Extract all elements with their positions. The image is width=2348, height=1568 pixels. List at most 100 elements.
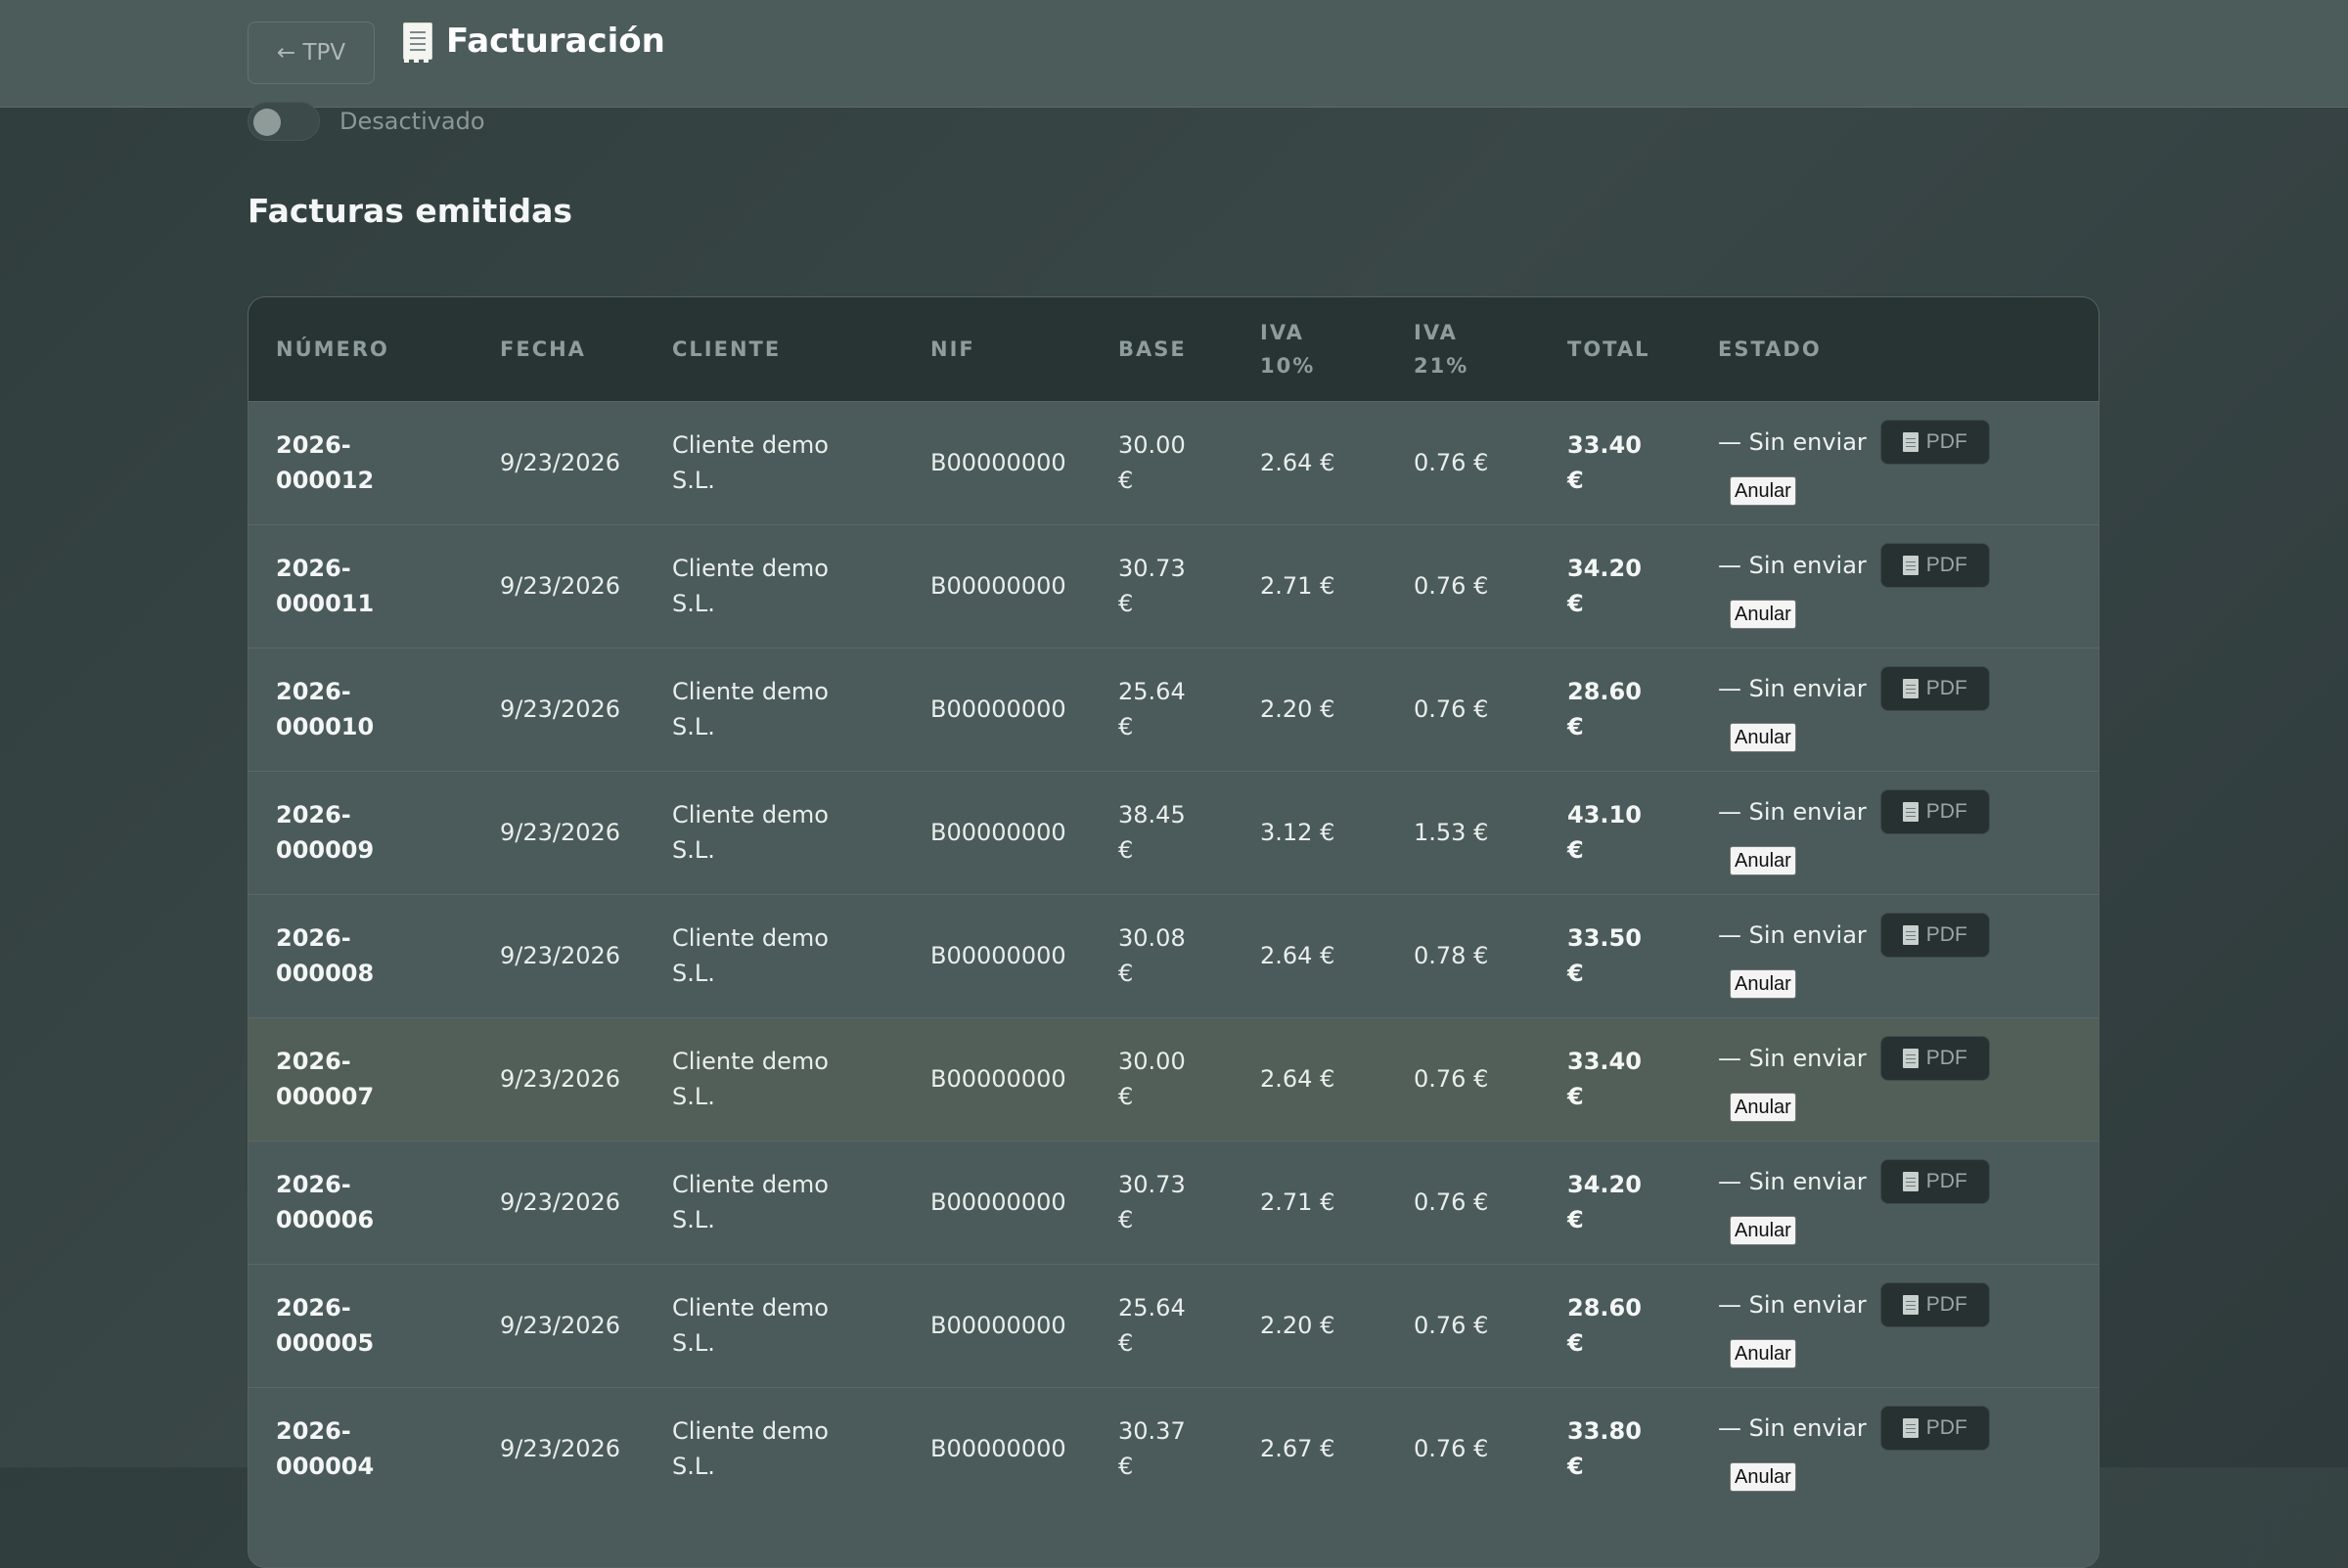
cancel-invoice-button[interactable]: Anular [1730, 600, 1796, 629]
total-cell: 33.40 € [1540, 401, 1691, 524]
iva-10-cell: 2.64 € [1260, 449, 1335, 476]
invoice-number-cell: 2026- 000005 [248, 1264, 473, 1387]
nif-cell: B00000000 [930, 1188, 1066, 1216]
pdf-button[interactable]: PDF [1879, 1036, 1990, 1081]
iva-21-cell: 0.76 € [1414, 1435, 1489, 1463]
pdf-button[interactable]: PDF [1879, 420, 1990, 465]
page-heading: Facturación [403, 20, 665, 63]
status-actions: — Sin enviar PDF Anular [1718, 1159, 2041, 1245]
pdf-button[interactable]: PDF [1879, 913, 1990, 958]
column-header-base: BASE [1091, 297, 1233, 401]
status-cell: — Sin enviar PDF Anular [1691, 1017, 2099, 1141]
cancel-invoice-button[interactable]: Anular [1730, 1093, 1796, 1122]
base-amount-line: € [1118, 590, 1134, 617]
table-row[interactable]: 2026- 000009 9/23/2026 Cliente demo S.L. B000… [248, 771, 2099, 894]
total-amount-line: 33.80 [1567, 1417, 1642, 1446]
nif-cell: B00000000 [930, 819, 1066, 846]
invoice-date-cell: 9/23/2026 [500, 1312, 621, 1339]
table-row[interactable]: 2026- 000007 9/23/2026 Cliente demo S.L. B000… [248, 1017, 2099, 1141]
column-header-fecha: FECHA [473, 297, 645, 401]
cancel-invoice-button[interactable]: Anular [1730, 969, 1796, 999]
status-actions: — Sin enviar PDF Anular [1718, 1036, 2041, 1122]
table-row[interactable]: 2026- 000006 9/23/2026 Cliente demo S.L. B000… [248, 1141, 2099, 1264]
status-cell: — Sin enviar PDF Anular [1691, 524, 2099, 648]
invoice-number-cell: 2026- 000008 [248, 894, 473, 1017]
invoice-number-cell: 2026- 000004 [248, 1387, 473, 1510]
document-icon [1902, 1049, 1919, 1068]
invoice-number-cell: 2026- 000011 [248, 524, 473, 648]
column-header-total: TOTAL [1540, 297, 1691, 401]
client-name-line: S.L. [672, 960, 715, 987]
pdf-button[interactable]: PDF [1879, 1282, 1990, 1327]
status-actions: — Sin enviar PDF Anular [1718, 666, 2041, 752]
invoices-table: NÚMERO FECHA CLIENTE NIF BASE IVA 10% IVA 21% TOT… [248, 297, 2099, 1510]
total-amount-line: € [1567, 1083, 1584, 1110]
invoice-date-cell: 9/23/2026 [500, 572, 621, 600]
top-bar: ← TPV Facturación [0, 0, 2348, 108]
invoice-number-line: 000006 [276, 1206, 375, 1233]
cancel-invoice-button[interactable]: Anular [1730, 723, 1796, 752]
toggle-label: Desactivado [339, 108, 485, 135]
cancel-invoice-button[interactable]: Anular [1730, 1216, 1796, 1245]
pdf-button[interactable]: PDF [1879, 1159, 1990, 1204]
status-cell: — Sin enviar PDF Anular [1691, 401, 2099, 524]
pdf-button-label: PDF [1925, 1047, 1967, 1069]
invoice-number-line: 2026- [276, 1294, 351, 1322]
status-actions: — Sin enviar PDF Anular [1718, 1282, 2041, 1368]
invoicing-toggle-row: Desactivado [248, 102, 485, 141]
client-name-line: Cliente demo [672, 924, 829, 952]
status-text: — Sin enviar [1718, 921, 1867, 949]
pdf-button[interactable]: PDF [1879, 1406, 1990, 1452]
cancel-invoice-button[interactable]: Anular [1730, 476, 1796, 506]
column-header-estado: ESTADO [1691, 297, 2099, 401]
back-to-tpv-button[interactable]: ← TPV [248, 22, 375, 84]
base-cell: 25.64 € [1091, 648, 1233, 771]
iva-10-cell: 2.20 € [1260, 1312, 1335, 1339]
invoice-number-cell: 2026- 000007 [248, 1017, 473, 1141]
total-amount-line: 34.20 [1567, 555, 1642, 582]
base-amount-line: 38.45 [1118, 801, 1186, 829]
invoice-number-line: 000011 [276, 590, 375, 617]
invoice-number-line: 2026- [276, 678, 351, 705]
total-amount-line: € [1567, 1206, 1584, 1233]
pdf-button-label: PDF [1925, 1293, 1967, 1316]
table-row[interactable]: 2026- 000004 9/23/2026 Cliente demo S.L. B000… [248, 1387, 2099, 1510]
invoice-number-line: 2026- [276, 431, 351, 459]
page-title: Facturación [446, 22, 665, 61]
invoice-number-line: 000010 [276, 713, 375, 740]
invoice-date-cell: 9/23/2026 [500, 819, 621, 846]
table-row[interactable]: 2026- 000012 9/23/2026 Cliente demo S.L. B000… [248, 401, 2099, 524]
pdf-button-label: PDF [1925, 677, 1967, 699]
invoicing-toggle[interactable] [248, 102, 320, 141]
nif-cell: B00000000 [930, 1435, 1066, 1463]
table-row[interactable]: 2026- 000010 9/23/2026 Cliente demo S.L. B000… [248, 648, 2099, 771]
pdf-button[interactable]: PDF [1879, 543, 1990, 588]
iva-10-cell: 2.64 € [1260, 942, 1335, 969]
pdf-button[interactable]: PDF [1879, 666, 1990, 711]
base-amount-line: 30.73 [1118, 555, 1186, 582]
client-cell: Cliente demo S.L. [645, 1141, 903, 1264]
total-cell: 33.40 € [1540, 1017, 1691, 1141]
client-name-line: S.L. [672, 590, 715, 617]
iva-21-cell: 0.76 € [1414, 695, 1489, 723]
invoice-number-line: 2026- [276, 1048, 351, 1075]
column-header-iva-10: IVA 10% [1233, 297, 1386, 401]
pdf-button[interactable]: PDF [1879, 789, 1990, 834]
invoice-number-cell: 2026- 000009 [248, 771, 473, 894]
cancel-invoice-button[interactable]: Anular [1730, 846, 1796, 875]
pdf-button-label: PDF [1925, 800, 1967, 823]
base-amount-line: 30.00 [1118, 431, 1186, 459]
base-cell: 30.00 € [1091, 1017, 1233, 1141]
table-row[interactable]: 2026- 000005 9/23/2026 Cliente demo S.L. B000… [248, 1264, 2099, 1387]
table-row[interactable]: 2026- 000011 9/23/2026 Cliente demo S.L. B000… [248, 524, 2099, 648]
table-row[interactable]: 2026- 000008 9/23/2026 Cliente demo S.L. B000… [248, 894, 2099, 1017]
base-cell: 30.08 € [1091, 894, 1233, 1017]
document-icon [1902, 925, 1919, 945]
client-name-line: S.L. [672, 836, 715, 864]
invoice-date-cell: 9/23/2026 [500, 942, 621, 969]
document-icon [1902, 1172, 1919, 1191]
client-name-line: S.L. [672, 467, 715, 494]
status-text: — Sin enviar [1718, 675, 1867, 702]
invoice-date-cell: 9/23/2026 [500, 695, 621, 723]
cancel-invoice-button[interactable]: Anular [1730, 1339, 1796, 1368]
